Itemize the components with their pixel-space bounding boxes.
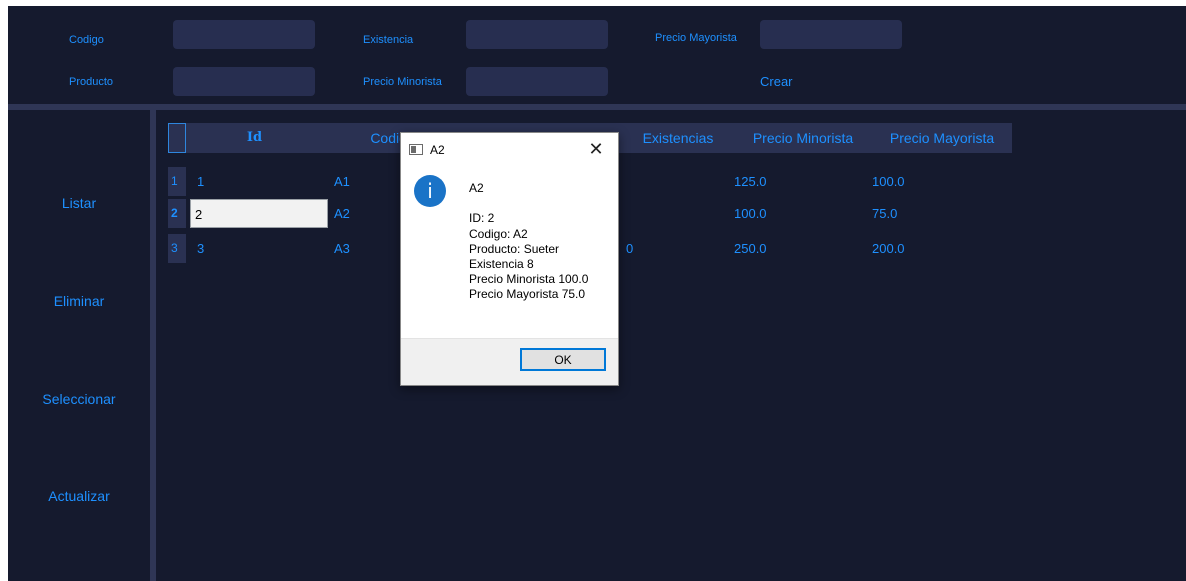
close-icon[interactable]: ✕ <box>574 133 618 166</box>
column-header-precio-mayorista[interactable]: Precio Mayorista <box>872 123 1012 153</box>
cell-precio-minorista[interactable]: 125.0 <box>730 167 868 196</box>
row-number[interactable]: 1 <box>168 167 186 196</box>
dialog-titlebar[interactable]: A2 ✕ <box>401 133 618 167</box>
product-form: Codigo Existencia Precio Mayorista Produ… <box>8 6 1186 104</box>
column-header-id[interactable]: Id <box>186 123 323 153</box>
producto-input[interactable] <box>173 67 315 96</box>
cell-precio-mayorista[interactable]: 75.0 <box>868 199 1008 228</box>
column-header-precio-minorista[interactable]: Precio Minorista <box>734 123 872 153</box>
cell-precio-minorista[interactable]: 100.0 <box>730 199 868 228</box>
table-select-all-corner[interactable] <box>168 123 186 153</box>
dialog-message: A2 ID: 2 Codigo: A2 Producto: Sueter Exi… <box>469 181 589 302</box>
message-dialog: A2 ✕ i A2 ID: 2 Codigo: A2 Producto: Sue… <box>400 132 619 386</box>
seleccionar-button[interactable]: Seleccionar <box>8 391 150 407</box>
crear-button[interactable]: Crear <box>760 74 793 89</box>
row-number[interactable]: 3 <box>168 234 186 263</box>
info-icon: i <box>414 175 446 207</box>
existencia-input[interactable] <box>466 20 608 49</box>
dialog-title: A2 <box>430 143 445 157</box>
codigo-input[interactable] <box>173 20 315 49</box>
cell-id[interactable]: 1 <box>193 167 323 196</box>
cell-precio-minorista[interactable]: 250.0 <box>730 234 868 263</box>
precio-minorista-input[interactable] <box>466 67 608 96</box>
window-icon <box>409 144 423 155</box>
precio-mayorista-input[interactable] <box>760 20 902 49</box>
precio-minorista-label: Precio Minorista <box>363 76 442 88</box>
codigo-label: Codigo <box>69 34 104 46</box>
action-sidebar: Listar Eliminar Seleccionar Actualizar <box>8 110 150 581</box>
precio-mayorista-label: Precio Mayorista <box>655 32 737 44</box>
existencia-label: Existencia <box>363 34 414 46</box>
listar-button[interactable]: Listar <box>8 195 150 211</box>
cell-precio-mayorista[interactable]: 100.0 <box>868 167 1008 196</box>
cell-existencias[interactable] <box>622 167 730 196</box>
cell-id[interactable]: 3 <box>193 234 323 263</box>
ok-button[interactable]: OK <box>520 348 606 371</box>
products-table: Id Codigo Producto Existencias Precio Mi… <box>156 110 1186 581</box>
dialog-footer: OK <box>401 338 618 385</box>
column-header-existencias[interactable]: Existencias <box>622 123 734 153</box>
cell-id-editor[interactable]: 2 <box>190 199 328 228</box>
eliminar-button[interactable]: Eliminar <box>8 293 150 309</box>
producto-label: Producto <box>69 76 114 88</box>
row-number[interactable]: 2 <box>168 199 186 228</box>
cell-existencias[interactable] <box>622 199 730 228</box>
cell-existencias[interactable]: 0 <box>622 234 730 263</box>
cell-precio-mayorista[interactable]: 200.0 <box>868 234 1008 263</box>
actualizar-button[interactable]: Actualizar <box>8 488 150 504</box>
